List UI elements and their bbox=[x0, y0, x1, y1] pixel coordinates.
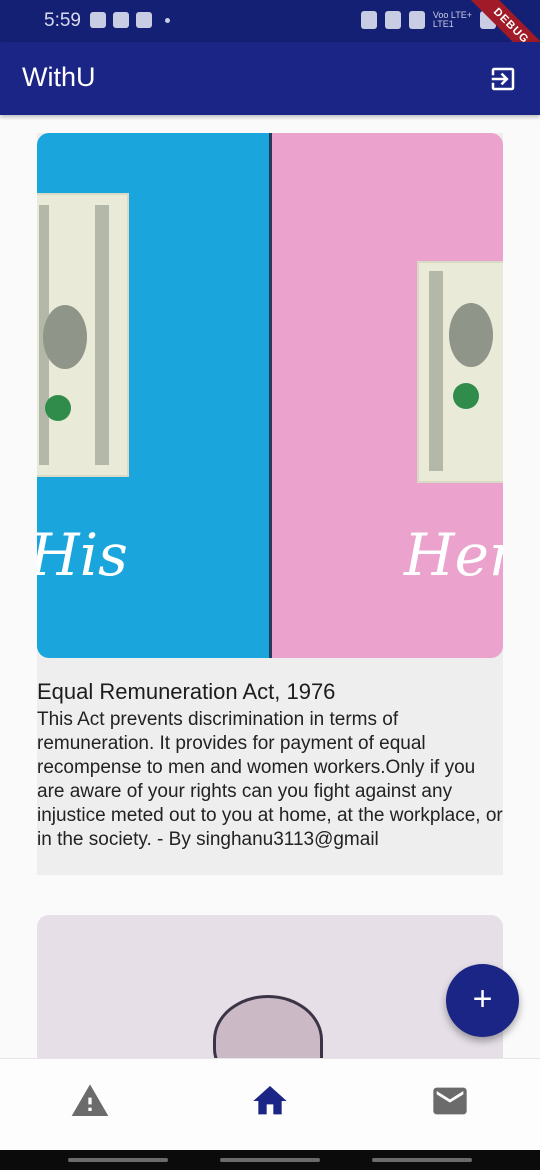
status-bar: 5:59 Voo LTE+ LTE1 DEBUG bbox=[0, 0, 540, 72]
post-feed[interactable]: His Her Equal Remuneration Act, 1976 Thi… bbox=[0, 115, 540, 1058]
system-home-indicator[interactable] bbox=[220, 1158, 320, 1162]
system-nav-segment bbox=[68, 1158, 168, 1162]
logout-icon[interactable] bbox=[488, 64, 518, 94]
network-label: Voo LTE+ LTE1 bbox=[433, 11, 472, 29]
status-time: 5:59 bbox=[44, 10, 81, 31]
bottom-navigation bbox=[0, 1058, 540, 1150]
mail-icon[interactable] bbox=[430, 1081, 470, 1121]
add-post-button[interactable]: + bbox=[446, 964, 519, 1037]
system-navigation-bar bbox=[0, 1150, 540, 1170]
alarm-icon bbox=[384, 11, 401, 29]
post-text: This Act prevents discrimination in term… bbox=[37, 709, 503, 850]
more-notifications-icon bbox=[165, 17, 170, 23]
app-title: WithU bbox=[22, 62, 96, 92]
gallery-icon bbox=[90, 12, 106, 28]
network-line-2: LTE1 bbox=[432, 19, 454, 29]
post-title: Equal Remuneration Act, 1976 bbox=[37, 679, 336, 704]
snapchat-icon bbox=[113, 12, 129, 28]
home-icon[interactable] bbox=[250, 1081, 290, 1121]
post-image: His Her bbox=[37, 133, 503, 658]
post-card[interactable]: His Her Equal Remuneration Act, 1976 Thi… bbox=[37, 133, 503, 875]
system-nav-segment bbox=[372, 1158, 472, 1162]
dollar-bill-right bbox=[417, 261, 503, 483]
post-card[interactable] bbox=[37, 915, 503, 1058]
app-bar: WithU bbox=[0, 42, 540, 115]
warning-icon[interactable] bbox=[70, 1081, 110, 1121]
dollar-bill-left bbox=[37, 193, 129, 477]
battery-saver-icon bbox=[360, 11, 377, 29]
post-body: Equal Remuneration Act, 1976 This Act pr… bbox=[37, 658, 503, 852]
image-text-his: His bbox=[37, 521, 128, 589]
image-text-her: Her bbox=[404, 521, 503, 589]
image-divider bbox=[269, 133, 272, 658]
status-right: Voo LTE+ LTE1 bbox=[360, 11, 496, 29]
hotspot-icon bbox=[408, 11, 425, 29]
post-image bbox=[213, 995, 323, 1058]
snapchat-icon bbox=[136, 12, 152, 28]
notification-icons bbox=[90, 12, 170, 28]
